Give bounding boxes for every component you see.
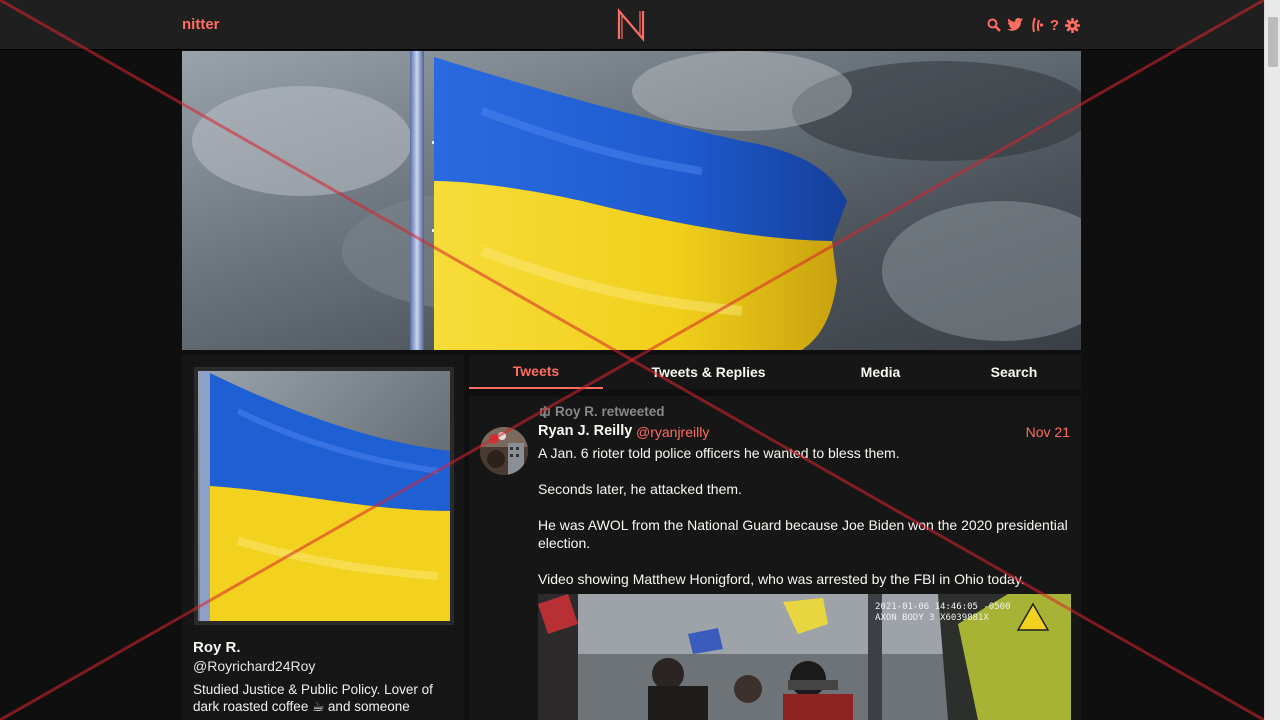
flag-banner-image	[182, 51, 1081, 350]
flag-avatar-image	[198, 371, 450, 621]
timeline: Tweets Tweets & Replies Media Search Roy…	[469, 355, 1081, 720]
tweet-paragraph: He was AWOL from the National Guard beca…	[538, 517, 1068, 551]
video-timestamp: 2021-01-06 14:46:05 -0500	[875, 602, 1010, 612]
twitter-icon[interactable]	[1006, 16, 1024, 34]
gear-icon[interactable]	[1065, 16, 1080, 34]
retweet-header: Roy R. retweeted	[538, 404, 665, 419]
retweet-label[interactable]: Roy R. retweeted	[555, 404, 665, 419]
tab-tweets[interactable]: Tweets	[469, 355, 603, 389]
tab-tweets-replies[interactable]: Tweets & Replies	[603, 355, 814, 389]
page-scrollbar[interactable]	[1264, 0, 1280, 720]
tab-media[interactable]: Media	[814, 355, 947, 389]
tweet-author-avatar[interactable]	[480, 427, 528, 475]
profile-fullname[interactable]: Roy R.	[193, 639, 241, 656]
navbar: nitter ?	[0, 0, 1264, 50]
timeline-tabs: Tweets Tweets & Replies Media Search	[469, 355, 1081, 389]
tweet-paragraph: Video showing Matthew Honigford, who was…	[538, 571, 1025, 587]
tweet[interactable]: Roy R. retweeted Ryan J. Reilly @ryanjre…	[469, 396, 1081, 720]
profile-username[interactable]: @Royrichard24Roy	[193, 658, 315, 674]
scrollbar-thumb[interactable]	[1268, 17, 1278, 67]
profile-card: Roy R. @Royrichard24Roy Studied Justice …	[182, 355, 464, 720]
nitter-home-link[interactable]: nitter	[182, 16, 220, 33]
profile-avatar[interactable]	[194, 367, 454, 625]
profile-bio: Studied Justice & Public Policy. Lover o…	[193, 682, 433, 714]
video-device-label: AXON BODY 3 X6039881X	[875, 613, 989, 623]
tweet-author-fullname[interactable]: Ryan J. Reilly	[538, 423, 632, 439]
tweet-author-username[interactable]: @ryanjreilly	[636, 424, 709, 440]
nav-icons: ?	[987, 16, 1080, 34]
profile-banner[interactable]	[182, 51, 1081, 350]
tweet-date[interactable]: Nov 21	[1026, 424, 1070, 440]
video-thumbnail: 2021-01-06 14:46:05 -0500 AXON BODY 3 X6…	[538, 594, 1071, 720]
tweet-video[interactable]: 2021-01-06 14:46:05 -0500 AXON BODY 3 X6…	[538, 594, 1071, 720]
author-photo	[480, 427, 528, 475]
rss-icon[interactable]	[1030, 16, 1044, 34]
nitter-logo-icon[interactable]	[616, 8, 646, 42]
tweet-paragraph: A Jan. 6 rioter told police officers he …	[538, 445, 900, 461]
tab-search[interactable]: Search	[947, 355, 1081, 389]
tweet-content: A Jan. 6 rioter told police officers he …	[538, 444, 1072, 606]
tweet-paragraph: Seconds later, he attacked them.	[538, 481, 742, 497]
retweet-icon	[540, 405, 550, 418]
help-icon[interactable]: ?	[1050, 16, 1059, 34]
search-icon[interactable]	[987, 16, 1001, 34]
